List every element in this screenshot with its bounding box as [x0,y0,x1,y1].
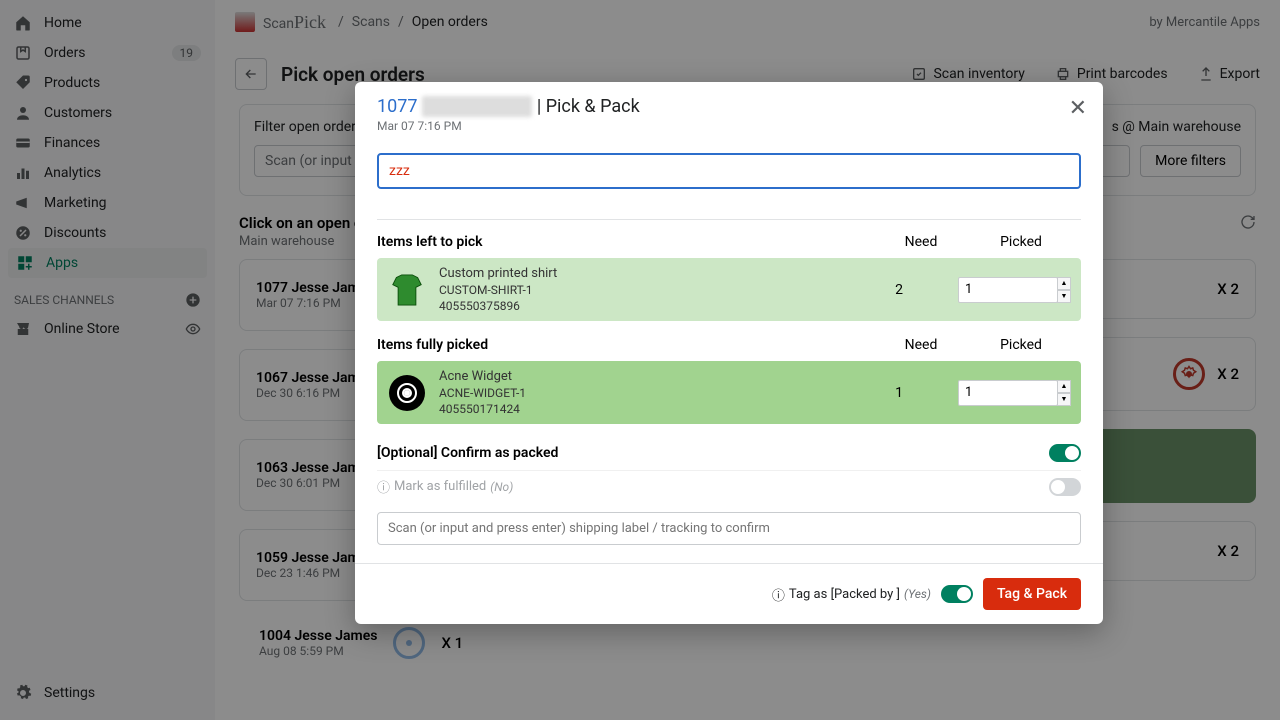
need-value: 2 [859,282,939,298]
mark-fulfilled-row: ⓘ Mark as fulfilled (No) [377,470,1081,506]
modal-date: Mar 07 7:16 PM [377,119,1081,133]
item-row: Acne Widget ACNE-WIDGET-1 405550171424 1… [377,361,1081,424]
step-up-icon[interactable]: ▲ [1057,277,1071,290]
items-left-header: Items left to pick Need Picked [377,234,1081,250]
modal-customer-name: Jesse James [422,96,532,117]
tracking-input[interactable] [377,512,1081,545]
item-row: Custom printed shirt CUSTOM-SHIRT-1 4055… [377,258,1081,321]
confirm-packed-toggle[interactable] [1049,444,1081,462]
modal-order-id[interactable]: 1077 [377,96,417,117]
tag-packed-toggle[interactable] [941,585,973,603]
picked-input[interactable] [958,380,1058,406]
confirm-packed-row: [Optional] Confirm as packed [377,430,1081,470]
picked-input[interactable] [958,277,1058,303]
tag-pack-button[interactable]: Tag & Pack [983,578,1081,610]
help-icon[interactable]: ⓘ [772,585,785,604]
step-down-icon[interactable]: ▼ [1057,290,1071,303]
pick-pack-modal: 1077 Jesse James | Pick & Pack Mar 07 7:… [355,82,1103,624]
modal-scan-input[interactable] [377,153,1081,189]
widget-icon [387,373,427,413]
help-icon[interactable]: ⓘ [377,477,390,496]
need-value: 1 [859,385,939,401]
items-picked-header: Items fully picked Need Picked [377,337,1081,353]
tag-packed-label: ⓘ Tag as [Packed by ] (Yes) [772,585,931,604]
shirt-icon [387,270,427,310]
mark-fulfilled-toggle[interactable] [1049,478,1081,496]
step-up-icon[interactable]: ▲ [1057,380,1071,393]
close-icon[interactable]: ✕ [1069,96,1087,121]
step-down-icon[interactable]: ▼ [1057,393,1071,406]
modal-title: 1077 Jesse James | Pick & Pack [377,96,1081,117]
